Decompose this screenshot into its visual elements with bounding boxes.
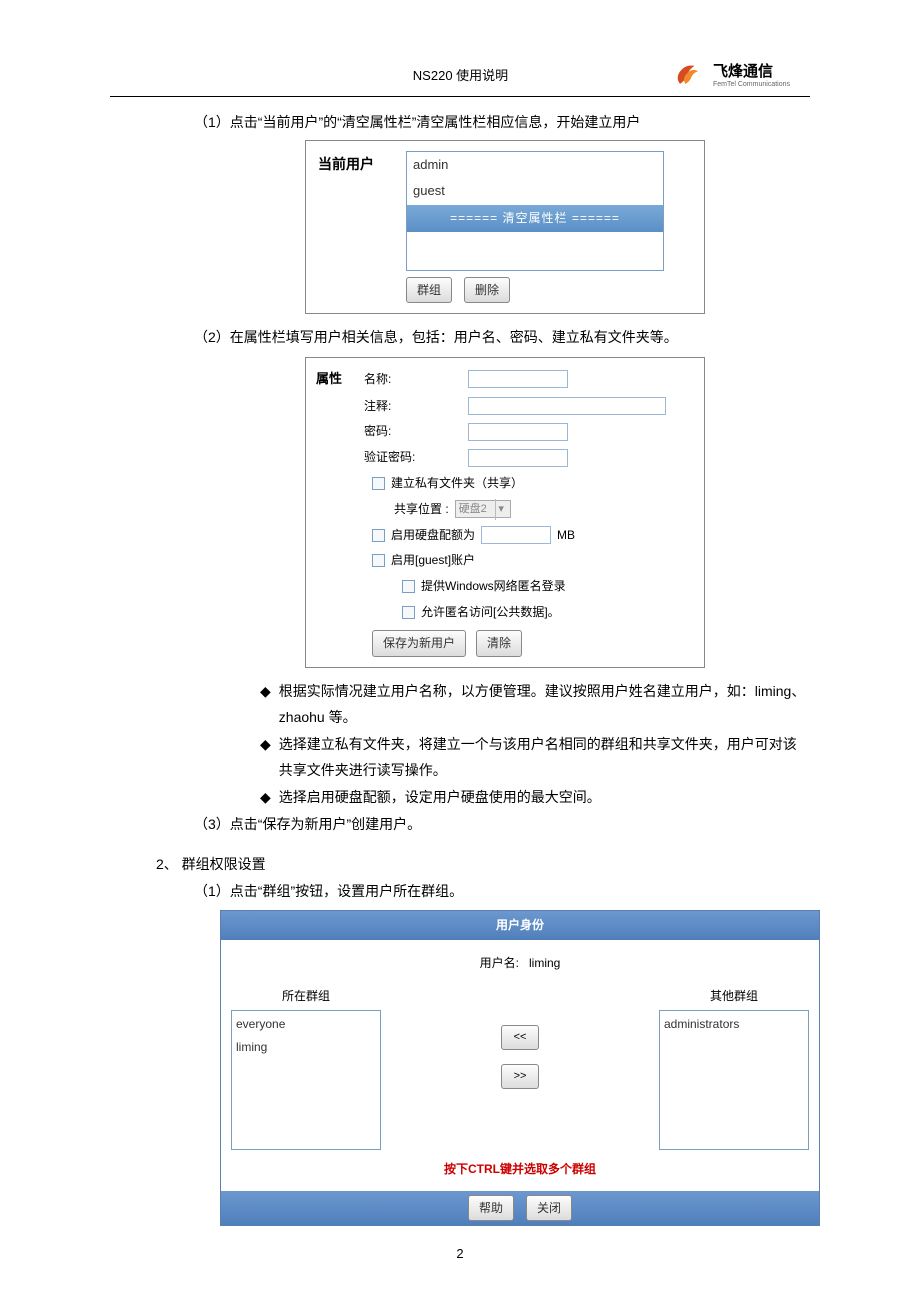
comment-label: 注释:: [358, 395, 438, 418]
bullet-text: 选择启用硬盘配额，设定用户硬盘使用的最大空间。: [279, 784, 601, 811]
windows-anon-checkbox[interactable]: [402, 580, 415, 593]
confirm-password-label: 验证密码:: [358, 446, 438, 469]
private-folder-checkbox[interactable]: [372, 477, 385, 490]
bullet-icon: ◆: [260, 784, 271, 811]
clear-button[interactable]: 清除: [476, 630, 522, 657]
step-1-text: （1）点击“当前用户”的“清空属性栏”清空属性栏相应信息，开始建立用户: [110, 109, 810, 136]
allow-anon-label: 允许匿名访问[公共数据]。: [421, 601, 560, 624]
quota-unit: MB: [557, 524, 575, 547]
bullet-text: 根据实际情况建立用户名称，以方便管理。建议按照用户姓名建立用户，如：liming…: [279, 678, 810, 731]
bullet-text: 选择建立私有文件夹，将建立一个与该用户名相同的群组和共享文件夹，用户可对该共享文…: [279, 731, 810, 784]
dialog-title: 用户身份: [221, 911, 819, 940]
quota-checkbox[interactable]: [372, 529, 385, 542]
password-input[interactable]: [468, 423, 568, 441]
move-left-button[interactable]: <<: [501, 1025, 539, 1050]
member-groups-listbox[interactable]: everyone liming: [231, 1010, 381, 1150]
enable-guest-label: 启用[guest]账户: [391, 549, 475, 572]
user-listbox[interactable]: admin guest ====== 清空属性栏 ======: [406, 151, 664, 271]
brand-name-cn: 飞烽通信: [713, 60, 790, 81]
comment-input[interactable]: [468, 397, 666, 415]
allow-anon-checkbox[interactable]: [402, 606, 415, 619]
name-input[interactable]: [468, 370, 568, 388]
share-location-label: 共享位置 :: [394, 498, 449, 521]
step-3-text: （3）点击“保存为新用户”创建用户。: [110, 811, 810, 838]
attribute-panel: 属性 名称: 注释: 密码: 验证密码:: [305, 357, 705, 668]
section-2-heading: 2、 群组权限设置: [110, 851, 810, 878]
list-item[interactable]: guest: [407, 178, 663, 205]
list-item[interactable]: administrators: [664, 1013, 804, 1036]
chevron-down-icon: ▾: [495, 499, 507, 520]
brand-name-en: FemTel Communications: [713, 81, 790, 88]
close-button[interactable]: 关闭: [526, 1195, 572, 1222]
disk-value: 硬盘2: [459, 499, 487, 520]
section-2-step-1: （1）点击“群组”按钮，设置用户所在群组。: [110, 878, 810, 905]
left-list-label: 所在群组: [231, 985, 381, 1008]
current-user-label: 当前用户: [318, 151, 380, 271]
bullet-icon: ◆: [260, 731, 271, 784]
windows-anon-label: 提供Windows网络匿名登录: [421, 575, 566, 598]
other-groups-listbox[interactable]: administrators: [659, 1010, 809, 1150]
move-right-button[interactable]: >>: [501, 1064, 539, 1089]
group-button[interactable]: 群组: [406, 277, 452, 304]
ctrl-hint: 按下CTRL键并选取多个群组: [231, 1158, 809, 1181]
save-new-user-button[interactable]: 保存为新用户: [372, 630, 466, 657]
flame-icon: [671, 60, 707, 88]
username-value: liming: [529, 956, 560, 970]
attr-title: 属性: [316, 367, 358, 392]
doc-title: NS220 使用说明: [250, 65, 671, 84]
clear-attributes-bar[interactable]: ====== 清空属性栏 ======: [407, 205, 663, 232]
right-list-label: 其他群组: [659, 985, 809, 1008]
password-label: 密码:: [358, 420, 438, 443]
header-divider: [110, 96, 810, 97]
enable-guest-checkbox[interactable]: [372, 554, 385, 567]
step-2-text: （2）在属性栏填写用户相关信息，包括：用户名、密码、建立私有文件夹等。: [110, 324, 810, 351]
quota-label: 启用硬盘配额为: [391, 524, 475, 547]
confirm-password-input[interactable]: [468, 449, 568, 467]
current-user-panel: 当前用户 admin guest ====== 清空属性栏 ====== 群组 …: [305, 140, 705, 315]
name-label: 名称:: [358, 368, 438, 391]
user-identity-dialog: 用户身份 用户名: liming 所在群组 everyone liming: [220, 910, 820, 1226]
help-button[interactable]: 帮助: [468, 1195, 514, 1222]
bullet-icon: ◆: [260, 678, 271, 731]
list-item[interactable]: admin: [407, 152, 663, 179]
quota-input[interactable]: [481, 526, 551, 544]
list-item[interactable]: everyone: [236, 1013, 376, 1036]
username-label: 用户名:: [480, 956, 519, 970]
private-folder-label: 建立私有文件夹（共享）: [391, 472, 523, 495]
share-location-select[interactable]: 硬盘2 ▾: [455, 500, 511, 518]
list-item[interactable]: liming: [236, 1036, 376, 1059]
delete-button[interactable]: 删除: [464, 277, 510, 304]
page-number: 2: [110, 1246, 810, 1261]
brand-logo: 飞烽通信 FemTel Communications: [671, 60, 790, 88]
